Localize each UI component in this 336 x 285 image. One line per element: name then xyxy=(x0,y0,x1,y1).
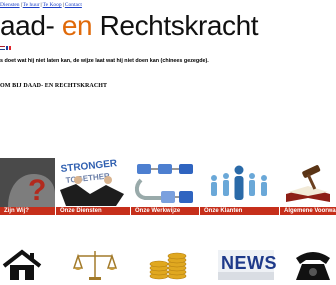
nav-link-contact[interactable]: Contact xyxy=(65,2,82,8)
tile-caption: Onze Diensten xyxy=(56,207,130,215)
gavel-book-icon xyxy=(280,158,336,207)
site-title-part1: aad- xyxy=(0,10,55,41)
tile-algemene-voorwaarden[interactable]: Algemene Voorwaarden xyxy=(280,158,336,215)
flag-netherlands-icon[interactable] xyxy=(0,46,5,50)
top-navigation: Diensten|Te huur|Te Koop|Contact xyxy=(0,2,82,8)
nav-separator: | xyxy=(62,2,64,8)
house-icon[interactable] xyxy=(0,248,48,285)
tile-onze-klanten[interactable]: Onze Klanten xyxy=(200,158,279,215)
tile-wie-zijn-wij[interactable]: ? Zijn Wij? xyxy=(0,158,55,215)
telephone-icon[interactable] xyxy=(290,248,336,285)
people-group-icon xyxy=(200,158,279,207)
site-title-part3: Rechtskracht xyxy=(99,10,259,41)
tile-caption: Zijn Wij? xyxy=(0,207,55,215)
tile-onze-diensten[interactable]: STRONGER TOGETHER Onze Diensten xyxy=(56,158,130,215)
news-label: NEWS xyxy=(221,253,276,273)
flag-france-icon[interactable] xyxy=(6,46,12,50)
language-flags xyxy=(0,46,12,50)
workflow-diagram-icon xyxy=(131,158,199,207)
question-head-icon: ? xyxy=(0,158,55,207)
tile-caption: Algemene Voorwaarden xyxy=(280,207,336,215)
tile-row: ? Zijn Wij? STRONGER TOGETHER Onze Diens… xyxy=(0,158,336,215)
coins-icon[interactable] xyxy=(145,248,193,285)
nav-link-te-koop[interactable]: Te Koop xyxy=(43,2,62,8)
scales-icon[interactable] xyxy=(72,248,118,285)
tile-caption: Onze Klanten xyxy=(200,207,279,215)
nav-separator: | xyxy=(20,2,22,8)
svg-text:?: ? xyxy=(28,174,46,207)
tile-caption: Onze Werkwijze xyxy=(131,207,199,215)
bottom-icon-row: NEWS xyxy=(0,248,336,280)
tile-onze-werkwijze[interactable]: Onze Werkwijze xyxy=(131,158,199,215)
site-title-part2: en xyxy=(61,10,93,41)
nav-separator: | xyxy=(40,2,42,8)
welcome-heading: OM BIJ DAAD- EN RECHTSKRACHT xyxy=(0,83,108,89)
news-icon[interactable]: NEWS xyxy=(216,248,277,285)
quote-text: s doet wat hij niet laten kan, de wijze … xyxy=(0,58,209,64)
nav-link-te-huur[interactable]: Te huur xyxy=(23,2,40,8)
stronger-together-icon: STRONGER TOGETHER xyxy=(56,158,130,207)
site-title: aad- en Rechtskracht xyxy=(0,10,259,41)
nav-link-diensten[interactable]: Diensten xyxy=(0,2,20,8)
